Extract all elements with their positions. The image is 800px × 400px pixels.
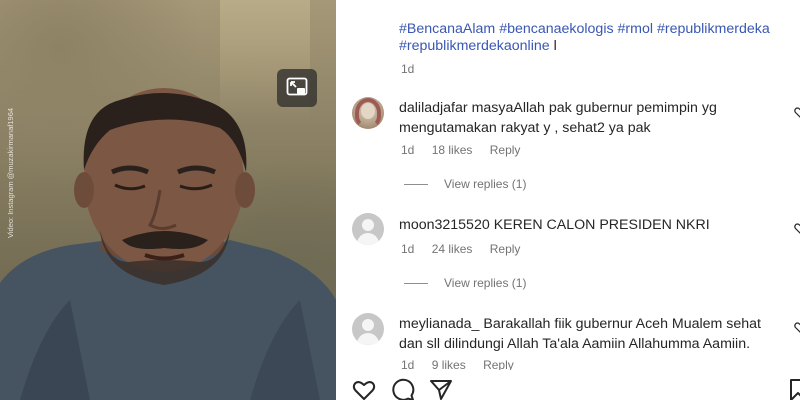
- hashtag-link[interactable]: #rmol: [618, 21, 653, 37]
- hashtag-link[interactable]: #republikmerdekaonline: [399, 38, 550, 54]
- text-cursor: l: [553, 38, 557, 54]
- view-replies-button[interactable]: View replies (1): [404, 276, 526, 290]
- avatar-body: [357, 333, 379, 345]
- video-watermark: Video: Instagram @muzakirmanaf1964: [6, 107, 15, 238]
- avatar-body: [357, 233, 379, 245]
- speaker-figure: [0, 88, 336, 400]
- avatar-head: [362, 319, 374, 331]
- comment-body: daliladjafar masyaAllah pak gubernur pem…: [399, 98, 779, 138]
- like-count[interactable]: 18 likes: [432, 143, 473, 157]
- comment-heart-icon[interactable]: [794, 106, 800, 118]
- hashtag-link[interactable]: #bencanaekologis: [499, 21, 613, 37]
- comment-heart-icon[interactable]: [794, 321, 800, 333]
- comment-heart-icon[interactable]: [794, 222, 800, 234]
- comment-body: meylianada_ Barakallah fiik gubernur Ace…: [399, 314, 779, 354]
- picture-in-picture-icon: [286, 77, 308, 96]
- comment-meta: 1d 24 likes Reply: [401, 242, 534, 256]
- avatar-face: [361, 103, 375, 119]
- avatar[interactable]: [352, 313, 384, 345]
- comment-icon[interactable]: [391, 378, 415, 400]
- caption-timestamp: 1d: [401, 62, 415, 76]
- comments-panel[interactable]: #BencanaAlam #bencanaekologis #rmol #rep…: [336, 0, 800, 400]
- like-count[interactable]: 24 likes: [432, 242, 473, 256]
- avatar-head: [362, 219, 374, 231]
- comment-meta: 1d 18 likes Reply: [401, 143, 534, 157]
- replies-divider: [404, 283, 428, 285]
- video-player[interactable]: Video: Instagram @muzakirmanaf1964: [0, 0, 336, 400]
- share-icon[interactable]: [429, 378, 453, 400]
- reply-button[interactable]: Reply: [490, 143, 521, 157]
- reply-button[interactable]: Reply: [490, 242, 521, 256]
- comment-username[interactable]: meylianada_: [399, 316, 479, 332]
- comment-text: KEREN CALON PRESIDEN NKRI: [493, 217, 710, 233]
- comment-username[interactable]: daliladjafar: [399, 100, 468, 116]
- comment-username[interactable]: moon3215520: [399, 217, 490, 233]
- hashtag-link[interactable]: #BencanaAlam: [399, 21, 495, 37]
- comment-body: moon3215520 KEREN CALON PRESIDEN NKRI: [399, 215, 779, 235]
- bookmark-icon[interactable]: [786, 378, 800, 400]
- heart-icon[interactable]: [352, 378, 376, 400]
- post-action-bar: [336, 370, 800, 400]
- caption-hashtags: #BencanaAlam #bencanaekologis #rmol #rep…: [399, 21, 795, 55]
- view-replies-label: View replies (1): [444, 276, 527, 290]
- hashtag-link[interactable]: #republikmerdeka: [657, 21, 770, 37]
- avatar[interactable]: [352, 97, 384, 129]
- picture-in-picture-button[interactable]: [277, 69, 317, 107]
- view-replies-label: View replies (1): [444, 177, 527, 191]
- comment-time: 1d: [401, 242, 415, 256]
- replies-divider: [404, 184, 428, 186]
- comment-time: 1d: [401, 143, 415, 157]
- view-replies-button[interactable]: View replies (1): [404, 177, 526, 191]
- avatar[interactable]: [352, 213, 384, 245]
